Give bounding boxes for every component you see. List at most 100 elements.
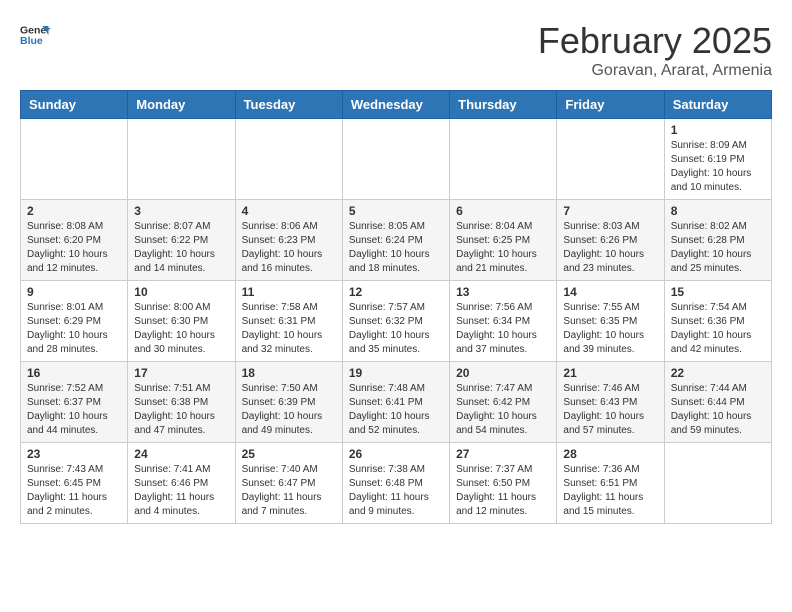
day-info: Sunrise: 8:06 AM Sunset: 6:23 PM Dayligh… xyxy=(242,220,336,276)
day-cell: 12 Sunrise: 7:57 AM Sunset: 6:32 PM Dayli… xyxy=(342,281,449,362)
day-cell xyxy=(235,119,342,200)
day-info: Sunrise: 8:09 AM Sunset: 6:19 PM Dayligh… xyxy=(671,139,765,195)
day-number: 6 xyxy=(456,204,550,218)
weekday-header-row: SundayMondayTuesdayWednesdayThursdayFrid… xyxy=(21,91,772,119)
day-number: 28 xyxy=(563,447,657,461)
day-number: 16 xyxy=(27,366,121,380)
day-cell: 15Sunrise: 7:54 AM Sunset: 6:36 PM Dayli… xyxy=(664,281,771,362)
day-cell: 19 Sunrise: 7:48 AM Sunset: 6:41 PM Dayli… xyxy=(342,362,449,443)
day-cell: 2 Sunrise: 8:08 AM Sunset: 6:20 PM Daylig… xyxy=(21,200,128,281)
day-number: 22 xyxy=(671,366,765,380)
week-row-4: 16 Sunrise: 7:52 AM Sunset: 6:37 PM Dayli… xyxy=(21,362,772,443)
day-cell xyxy=(664,443,771,524)
day-cell: 14 Sunrise: 7:55 AM Sunset: 6:35 PM Dayli… xyxy=(557,281,664,362)
week-row-5: 23 Sunrise: 7:43 AM Sunset: 6:45 PM Dayli… xyxy=(21,443,772,524)
week-row-1: 1 Sunrise: 8:09 AM Sunset: 6:19 PM Daylig… xyxy=(21,119,772,200)
day-cell: 3 Sunrise: 8:07 AM Sunset: 6:22 PM Daylig… xyxy=(128,200,235,281)
day-cell: 6 Sunrise: 8:04 AM Sunset: 6:25 PM Daylig… xyxy=(450,200,557,281)
title-section: February 2025 Goravan, Ararat, Armenia xyxy=(538,20,772,80)
day-cell: 28 Sunrise: 7:36 AM Sunset: 6:51 PM Dayli… xyxy=(557,443,664,524)
calendar-table: SundayMondayTuesdayWednesdayThursdayFrid… xyxy=(20,90,772,524)
weekday-header-friday: Friday xyxy=(557,91,664,119)
day-number: 4 xyxy=(242,204,336,218)
weekday-header-monday: Monday xyxy=(128,91,235,119)
day-info: Sunrise: 7:36 AM Sunset: 6:51 PM Dayligh… xyxy=(563,463,657,519)
day-info: Sunrise: 7:51 AM Sunset: 6:38 PM Dayligh… xyxy=(134,382,228,438)
day-info: Sunrise: 7:41 AM Sunset: 6:46 PM Dayligh… xyxy=(134,463,228,519)
weekday-header-tuesday: Tuesday xyxy=(235,91,342,119)
day-cell: 20Sunrise: 7:47 AM Sunset: 6:42 PM Dayli… xyxy=(450,362,557,443)
day-info: Sunrise: 8:08 AM Sunset: 6:20 PM Dayligh… xyxy=(27,220,121,276)
day-cell: 16 Sunrise: 7:52 AM Sunset: 6:37 PM Dayli… xyxy=(21,362,128,443)
day-number: 17 xyxy=(134,366,228,380)
day-number: 26 xyxy=(349,447,443,461)
day-info: Sunrise: 8:03 AM Sunset: 6:26 PM Dayligh… xyxy=(563,220,657,276)
day-number: 1 xyxy=(671,123,765,137)
day-number: 10 xyxy=(134,285,228,299)
day-info: Sunrise: 7:52 AM Sunset: 6:37 PM Dayligh… xyxy=(27,382,121,438)
day-number: 5 xyxy=(349,204,443,218)
day-cell: 10 Sunrise: 8:00 AM Sunset: 6:30 PM Dayli… xyxy=(128,281,235,362)
day-cell: 4 Sunrise: 8:06 AM Sunset: 6:23 PM Daylig… xyxy=(235,200,342,281)
day-info: Sunrise: 7:58 AM Sunset: 6:31 PM Dayligh… xyxy=(242,301,336,357)
day-number: 8 xyxy=(671,204,765,218)
day-cell: 8Sunrise: 8:02 AM Sunset: 6:28 PM Daylig… xyxy=(664,200,771,281)
day-info: Sunrise: 7:54 AM Sunset: 6:36 PM Dayligh… xyxy=(671,301,765,357)
day-cell: 22 Sunrise: 7:44 AM Sunset: 6:44 PM Dayli… xyxy=(664,362,771,443)
day-info: Sunrise: 7:37 AM Sunset: 6:50 PM Dayligh… xyxy=(456,463,550,519)
day-info: Sunrise: 7:40 AM Sunset: 6:47 PM Dayligh… xyxy=(242,463,336,519)
day-number: 18 xyxy=(242,366,336,380)
day-number: 25 xyxy=(242,447,336,461)
day-info: Sunrise: 8:04 AM Sunset: 6:25 PM Dayligh… xyxy=(456,220,550,276)
day-cell: 5 Sunrise: 8:05 AM Sunset: 6:24 PM Daylig… xyxy=(342,200,449,281)
logo: General Blue xyxy=(20,20,50,50)
day-number: 12 xyxy=(349,285,443,299)
page-header: General Blue February 2025 Goravan, Arar… xyxy=(20,20,772,80)
day-info: Sunrise: 7:57 AM Sunset: 6:32 PM Dayligh… xyxy=(349,301,443,357)
day-info: Sunrise: 8:01 AM Sunset: 6:29 PM Dayligh… xyxy=(27,301,121,357)
day-number: 13 xyxy=(456,285,550,299)
day-number: 27 xyxy=(456,447,550,461)
day-number: 3 xyxy=(134,204,228,218)
day-cell: 9Sunrise: 8:01 AM Sunset: 6:29 PM Daylig… xyxy=(21,281,128,362)
day-cell: 7 Sunrise: 8:03 AM Sunset: 6:26 PM Daylig… xyxy=(557,200,664,281)
day-info: Sunrise: 7:56 AM Sunset: 6:34 PM Dayligh… xyxy=(456,301,550,357)
week-row-3: 9Sunrise: 8:01 AM Sunset: 6:29 PM Daylig… xyxy=(21,281,772,362)
day-info: Sunrise: 8:00 AM Sunset: 6:30 PM Dayligh… xyxy=(134,301,228,357)
day-number: 7 xyxy=(563,204,657,218)
week-row-2: 2 Sunrise: 8:08 AM Sunset: 6:20 PM Daylig… xyxy=(21,200,772,281)
day-cell: 21Sunrise: 7:46 AM Sunset: 6:43 PM Dayli… xyxy=(557,362,664,443)
day-cell: 17 Sunrise: 7:51 AM Sunset: 6:38 PM Dayli… xyxy=(128,362,235,443)
day-cell xyxy=(557,119,664,200)
month-title: February 2025 xyxy=(538,20,772,62)
day-info: Sunrise: 8:07 AM Sunset: 6:22 PM Dayligh… xyxy=(134,220,228,276)
day-number: 14 xyxy=(563,285,657,299)
day-cell xyxy=(342,119,449,200)
day-info: Sunrise: 7:55 AM Sunset: 6:35 PM Dayligh… xyxy=(563,301,657,357)
weekday-header-sunday: Sunday xyxy=(21,91,128,119)
svg-text:Blue: Blue xyxy=(20,35,43,47)
weekday-header-saturday: Saturday xyxy=(664,91,771,119)
day-info: Sunrise: 7:43 AM Sunset: 6:45 PM Dayligh… xyxy=(27,463,121,519)
day-info: Sunrise: 7:46 AM Sunset: 6:43 PM Dayligh… xyxy=(563,382,657,438)
logo-icon: General Blue xyxy=(20,20,50,50)
day-number: 2 xyxy=(27,204,121,218)
day-number: 19 xyxy=(349,366,443,380)
day-cell xyxy=(450,119,557,200)
day-number: 24 xyxy=(134,447,228,461)
day-cell: 23 Sunrise: 7:43 AM Sunset: 6:45 PM Dayli… xyxy=(21,443,128,524)
day-info: Sunrise: 8:05 AM Sunset: 6:24 PM Dayligh… xyxy=(349,220,443,276)
day-cell: 1 Sunrise: 8:09 AM Sunset: 6:19 PM Daylig… xyxy=(664,119,771,200)
day-cell: 24 Sunrise: 7:41 AM Sunset: 6:46 PM Dayli… xyxy=(128,443,235,524)
day-info: Sunrise: 7:48 AM Sunset: 6:41 PM Dayligh… xyxy=(349,382,443,438)
day-cell: 25 Sunrise: 7:40 AM Sunset: 6:47 PM Dayli… xyxy=(235,443,342,524)
day-cell: 13 Sunrise: 7:56 AM Sunset: 6:34 PM Dayli… xyxy=(450,281,557,362)
weekday-header-thursday: Thursday xyxy=(450,91,557,119)
weekday-header-wednesday: Wednesday xyxy=(342,91,449,119)
day-number: 20 xyxy=(456,366,550,380)
location-title: Goravan, Ararat, Armenia xyxy=(538,62,772,80)
day-info: Sunrise: 7:44 AM Sunset: 6:44 PM Dayligh… xyxy=(671,382,765,438)
day-number: 23 xyxy=(27,447,121,461)
day-info: Sunrise: 7:50 AM Sunset: 6:39 PM Dayligh… xyxy=(242,382,336,438)
day-cell xyxy=(21,119,128,200)
